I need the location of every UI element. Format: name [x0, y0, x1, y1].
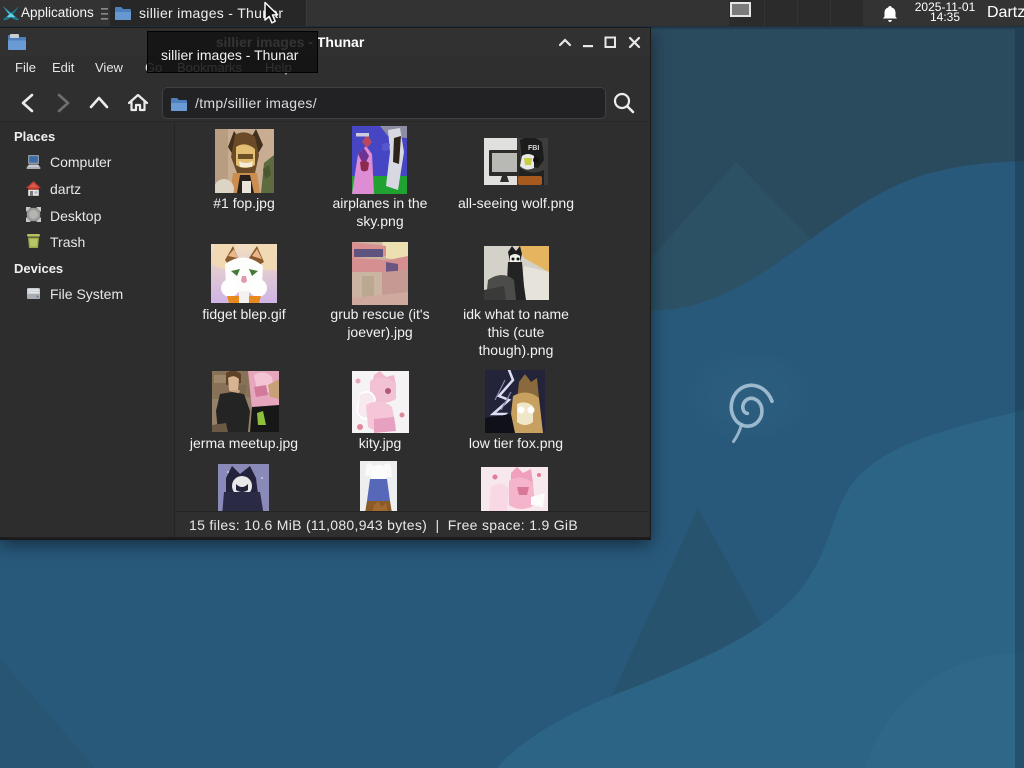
svg-text:FBI: FBI: [528, 145, 539, 152]
